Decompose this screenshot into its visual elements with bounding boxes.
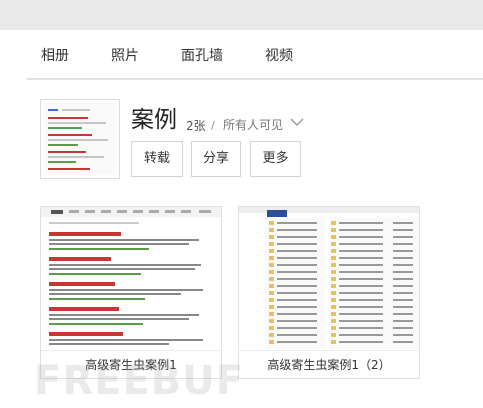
tabs-divider xyxy=(27,78,483,80)
photo-count: 2张 xyxy=(186,119,206,133)
album-title: 案例 xyxy=(131,107,177,133)
tab-face-wall[interactable]: 面孔墙 xyxy=(181,45,223,65)
more-button[interactable]: 更多 xyxy=(250,141,301,177)
chevron-down-icon[interactable] xyxy=(290,117,304,127)
tab-albums[interactable]: 相册 xyxy=(41,45,69,65)
share-button[interactable]: 分享 xyxy=(191,141,241,177)
tab-videos[interactable]: 视频 xyxy=(265,45,293,65)
search-results-screenshot xyxy=(41,207,221,345)
tab-photos[interactable]: 照片 xyxy=(111,45,139,65)
photo-card[interactable]: 高级寄生虫案例1 xyxy=(40,206,222,379)
photo-thumbnail-search-results xyxy=(41,207,221,349)
album-cover[interactable] xyxy=(40,99,120,179)
visibility-label: 所有人可见 xyxy=(223,118,284,132)
photo-card[interactable]: 高级寄生虫案例1（2） xyxy=(238,206,420,379)
file-list-screenshot xyxy=(239,207,419,349)
album-photo-count: 2张 / xyxy=(186,117,215,134)
freebuf-watermark: FREEBUF xyxy=(34,358,245,404)
repost-button[interactable]: 转载 xyxy=(131,141,183,177)
top-bar xyxy=(0,0,483,30)
album-nav-tabs: 相册 照片 面孔墙 视频 xyxy=(0,30,483,78)
visibility-dropdown[interactable]: 所有人可见 xyxy=(223,116,283,133)
photo-caption: 高级寄生虫案例1（2） xyxy=(239,350,419,378)
meta-separator: / xyxy=(211,119,215,132)
photo-thumbnail-file-list xyxy=(239,207,419,349)
album-cover-thumbnail xyxy=(44,103,116,175)
